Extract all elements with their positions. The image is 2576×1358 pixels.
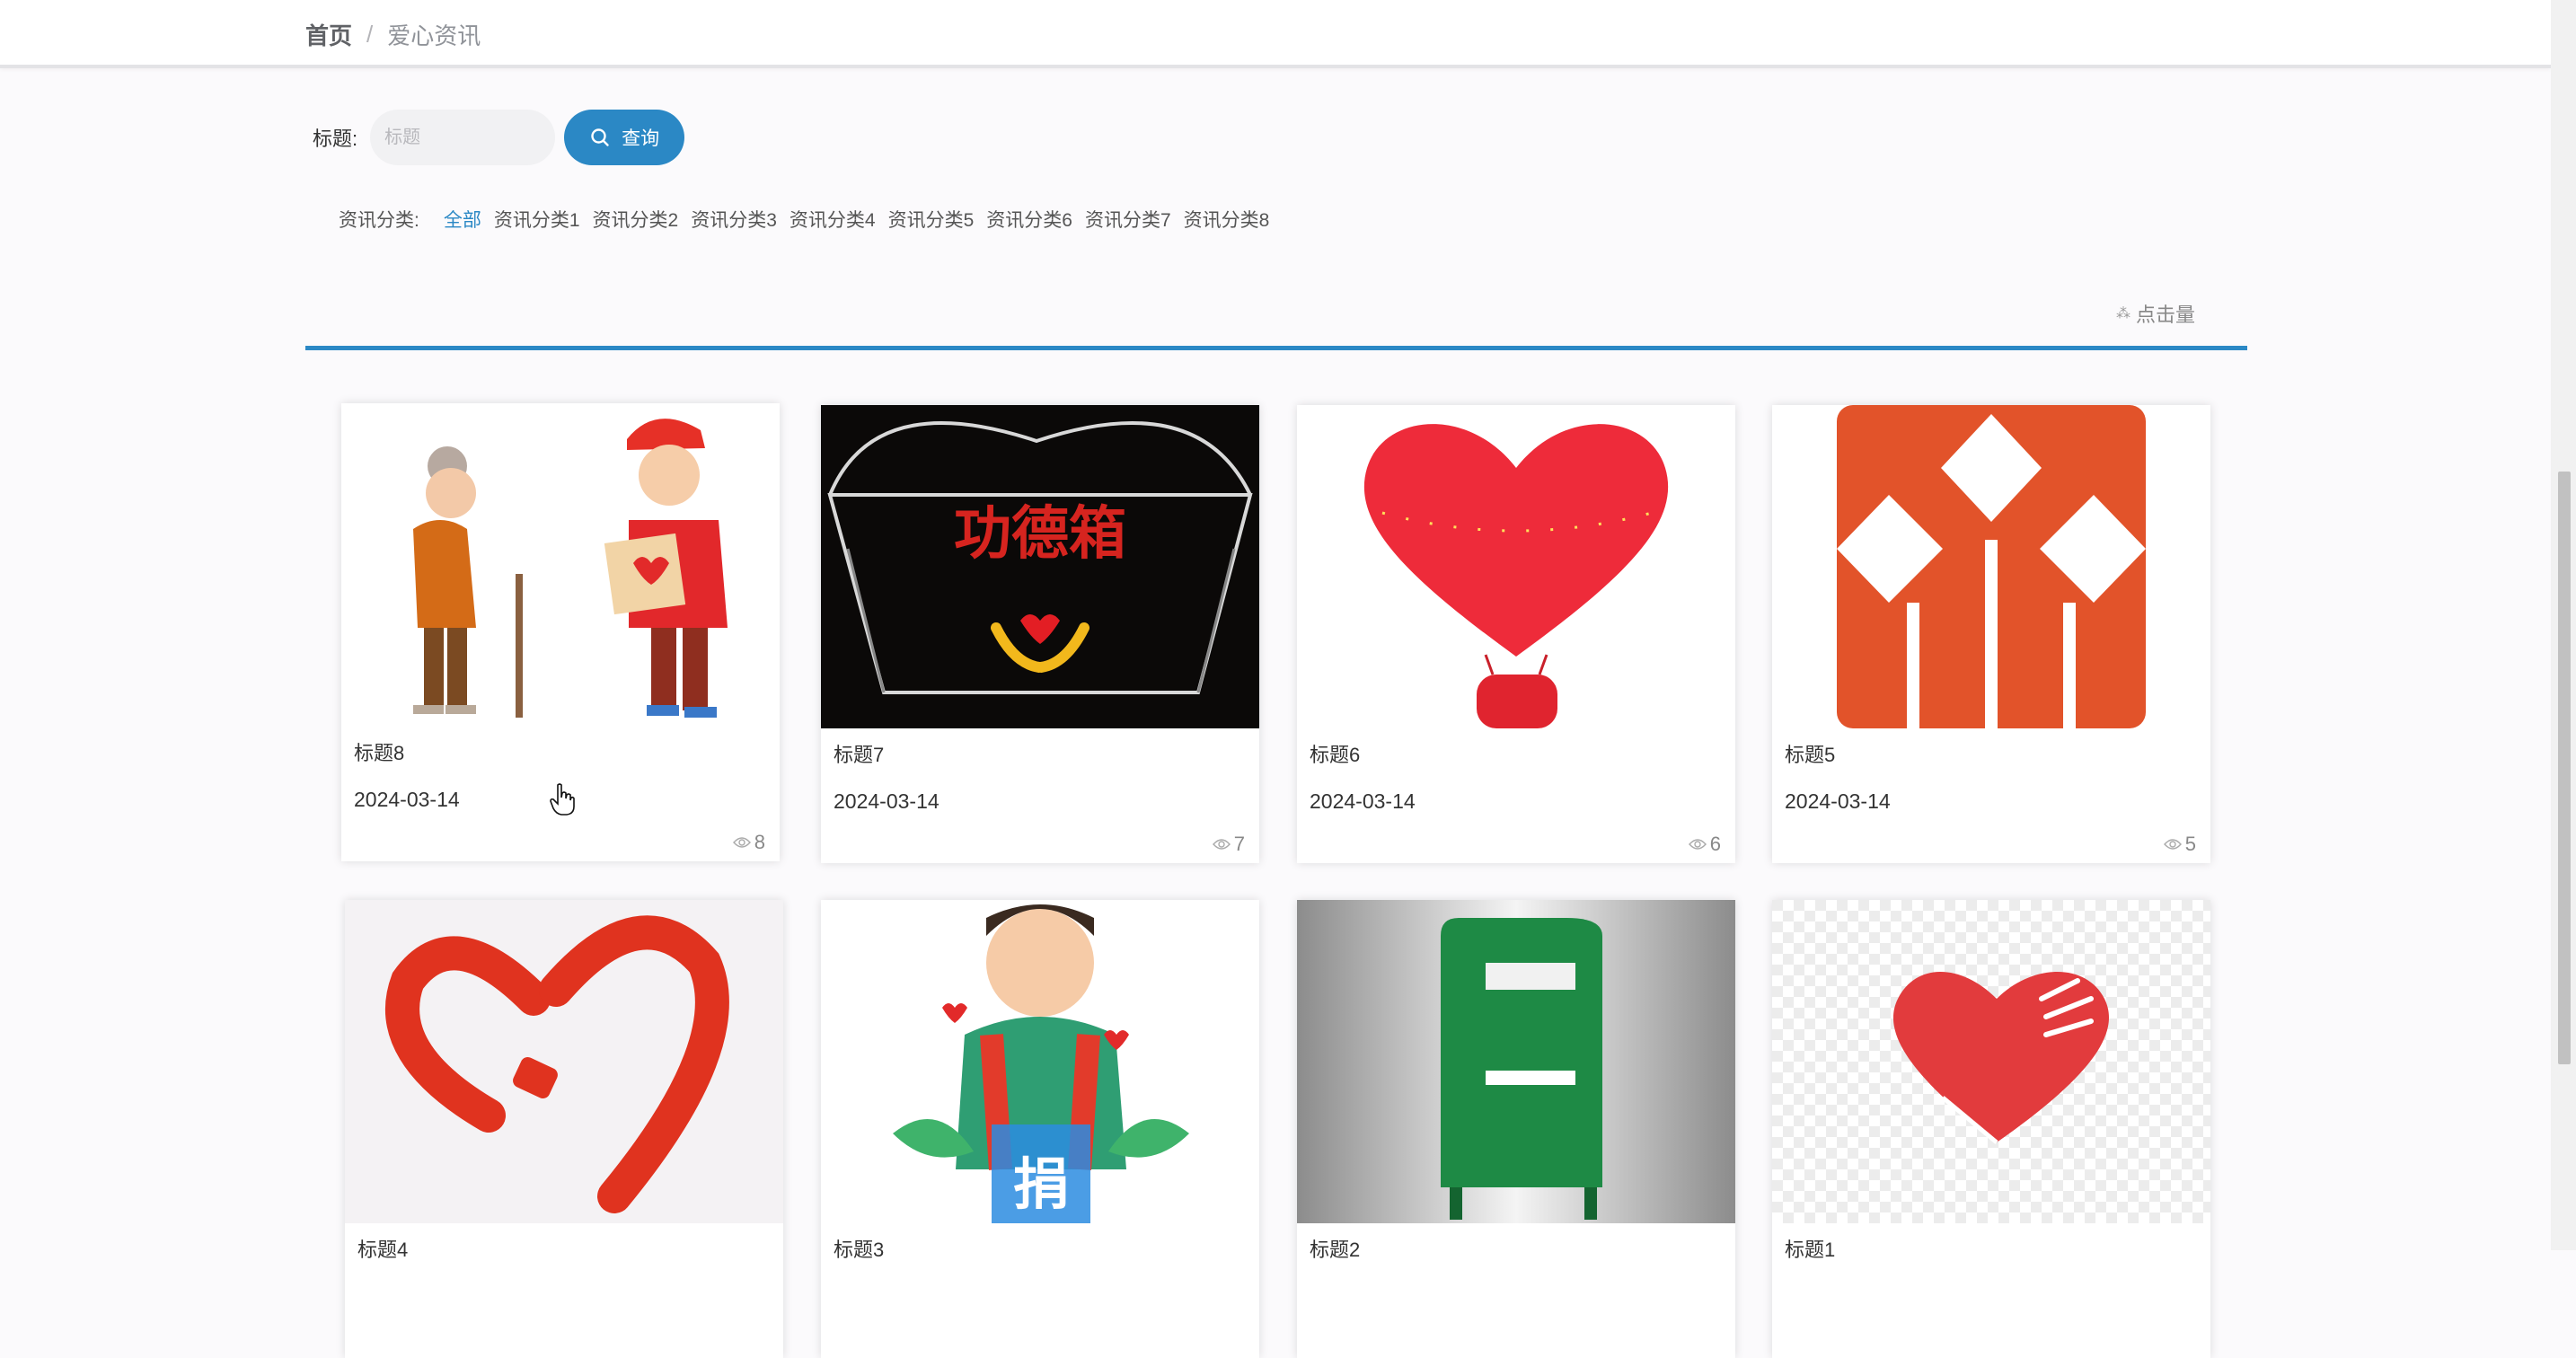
card-title[interactable]: 标题8 [354, 737, 404, 766]
card-title[interactable]: 标题4 [357, 1234, 408, 1263]
card-views-count: 6 [1709, 833, 1721, 855]
card-views: 8 [732, 831, 765, 854]
eye-icon [1688, 839, 1707, 850]
category-item-5[interactable]: 资讯分类5 [888, 206, 975, 233]
news-card[interactable]: 标题1 [1772, 900, 2210, 1358]
news-card[interactable]: 功德箱 标题7 2024-03-14 7 [821, 405, 1259, 863]
search-label: 标题: [313, 128, 358, 150]
search-button-label: 查询 [622, 128, 660, 149]
search-row: 标题: 查询 [313, 110, 685, 165]
breadcrumb-separator: / [366, 21, 374, 48]
card-views: 7 [1212, 833, 1245, 856]
eye-icon [1212, 839, 1231, 850]
card-title[interactable]: 标题3 [834, 1234, 884, 1263]
card-date: 2024-03-14 [1785, 789, 1891, 813]
card-title[interactable]: 标题5 [1785, 739, 1835, 768]
card-image: 捐 [821, 900, 1259, 1223]
card-image [1772, 405, 2210, 728]
card-image-text: 捐 [1013, 1151, 1069, 1217]
sort-by-views-button[interactable]: ⁂ 点击量 [2116, 299, 2195, 328]
category-item-all[interactable]: 全部 [444, 206, 481, 233]
card-views-count: 8 [754, 831, 765, 853]
hand-cursor-icon [550, 783, 575, 816]
sort-label: 点击量 [2135, 304, 2195, 326]
card-image: 功德箱 [821, 405, 1259, 728]
category-item-3[interactable]: 资讯分类3 [691, 206, 777, 233]
card-date: 2024-03-14 [834, 789, 940, 813]
category-item-8[interactable]: 资讯分类8 [1184, 206, 1270, 233]
card-views: 6 [1688, 833, 1721, 856]
card-image [345, 900, 783, 1223]
category-item-7[interactable]: 资讯分类7 [1085, 206, 1171, 233]
search-button[interactable]: 查询 [564, 110, 685, 165]
card-views-count: 5 [2184, 833, 2196, 855]
eye-icon [2163, 839, 2182, 850]
breadcrumb-current: 爱心资讯 [387, 22, 481, 49]
news-card[interactable]: 捐 标题3 [821, 900, 1259, 1358]
card-image [341, 403, 780, 727]
scrollbar-thumb[interactable] [2558, 472, 2571, 1064]
card-title[interactable]: 标题1 [1785, 1234, 1835, 1263]
card-views: 5 [2163, 833, 2196, 856]
category-label: 资讯分类: [339, 210, 419, 231]
eye-icon [732, 837, 751, 848]
card-date: 2024-03-14 [1310, 789, 1416, 813]
category-item-2[interactable]: 资讯分类2 [593, 206, 679, 233]
top-bar: 首页 / 爱心资讯 [0, 0, 2551, 68]
category-item-1[interactable]: 资讯分类1 [494, 206, 580, 233]
news-card[interactable]: 标题4 [345, 900, 783, 1358]
breadcrumb-home-link[interactable]: 首页 [305, 18, 352, 51]
card-title[interactable]: 标题7 [834, 739, 884, 768]
card-image-text: 功德箱 [954, 501, 1126, 568]
card-image [1297, 405, 1735, 728]
card-image [1297, 900, 1735, 1223]
sort-bar: ⁂ 点击量 [305, 296, 2247, 350]
breadcrumb: 首页 / 爱心资讯 [305, 18, 481, 51]
category-filter: 资讯分类: 全部 资讯分类1 资讯分类2 资讯分类3 资讯分类4 资讯分类5 资… [339, 206, 1282, 233]
news-card[interactable]: 标题6 2024-03-14 6 [1297, 405, 1735, 863]
search-input[interactable] [370, 110, 556, 165]
sort-icon: ⁂ [2115, 306, 2130, 322]
news-card[interactable]: 标题5 2024-03-14 5 [1772, 405, 2210, 863]
card-date: 2024-03-14 [354, 788, 460, 811]
card-views-count: 7 [1233, 833, 1245, 855]
category-item-4[interactable]: 资讯分类4 [790, 206, 876, 233]
card-title[interactable]: 标题6 [1310, 739, 1360, 768]
card-image [1772, 900, 2210, 1223]
search-icon [591, 128, 609, 146]
card-title[interactable]: 标题2 [1310, 1234, 1360, 1263]
news-card[interactable]: 标题2 [1297, 900, 1735, 1358]
category-item-6[interactable]: 资讯分类6 [986, 206, 1072, 233]
